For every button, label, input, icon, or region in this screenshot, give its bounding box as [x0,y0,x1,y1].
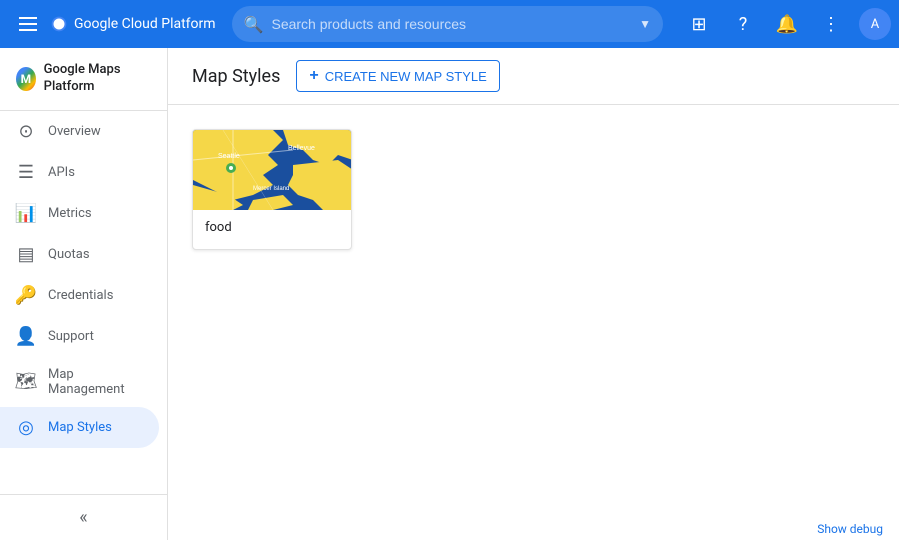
create-new-map-style-button[interactable]: + CREATE NEW MAP STYLE [296,60,499,92]
page-title: Map Styles [192,66,280,87]
content-area: Map Styles + CREATE NEW MAP STYLE [168,48,899,540]
map-thumbnail: Seattle Bellevue Mercer Island [193,130,352,210]
cloud-logo-icon [48,13,70,35]
svg-text:Seattle: Seattle [218,153,240,160]
sidebar-item-credentials[interactable]: 🔑 Credentials [0,275,159,316]
sidebar-item-quotas-label: Quotas [48,247,90,262]
sidebar-brand: M Google Maps Platform [0,48,167,111]
map-style-card[interactable]: Seattle Bellevue Mercer Island food [192,129,352,250]
credentials-icon: 🔑 [16,285,36,306]
sidebar-item-apis[interactable]: ☰ APIs [0,152,159,193]
help-icon[interactable]: ? [723,4,763,44]
map-thumbnail-svg: Seattle Bellevue Mercer Island [193,130,352,210]
sidebar-item-map-management-label: Map Management [48,367,143,397]
sidebar-brand-text: Google Maps Platform [44,62,151,96]
menu-icon[interactable] [8,4,48,44]
support-icon: 👤 [16,326,36,347]
sidebar-item-map-styles[interactable]: ◎ Map Styles [0,407,159,448]
metrics-icon: 📊 [16,203,36,224]
topbar-title: Google Cloud Platform [74,16,216,32]
overview-icon: ⊙ [16,121,36,142]
search-bar[interactable]: 🔍 ▼ [232,6,663,42]
content-body: Seattle Bellevue Mercer Island food [168,105,899,540]
notifications-icon[interactable]: 🔔 [767,4,807,44]
sidebar-item-credentials-label: Credentials [48,288,113,303]
sidebar-item-metrics[interactable]: 📊 Metrics [0,193,159,234]
content-header: Map Styles + CREATE NEW MAP STYLE [168,48,899,105]
topbar-logo-area: Google Cloud Platform [48,13,216,35]
sidebar-item-support[interactable]: 👤 Support [0,316,159,357]
search-icon: 🔍 [244,15,264,34]
sidebar-item-quotas[interactable]: ▤ Quotas [0,234,159,275]
topbar: Google Cloud Platform 🔍 ▼ ⊞ ? 🔔 ⋮ A [0,0,899,48]
collapse-sidebar-button[interactable]: « [16,507,151,528]
svg-text:Mercer Island: Mercer Island [253,186,289,192]
apis-icon: ☰ [16,162,36,183]
map-card-label: food [193,210,351,249]
map-management-icon: 🗺 [16,371,36,392]
apps-icon[interactable]: ⊞ [679,4,719,44]
sidebar-bottom: « [0,494,167,540]
svg-text:Bellevue: Bellevue [288,145,315,152]
create-btn-label: CREATE NEW MAP STYLE [325,69,487,84]
topbar-actions: ⊞ ? 🔔 ⋮ A [679,4,891,44]
sidebar-item-apis-label: APIs [48,165,75,180]
avatar[interactable]: A [859,8,891,40]
more-options-icon[interactable]: ⋮ [811,4,851,44]
maps-logo-icon: M [16,67,36,91]
hamburger [19,17,37,31]
sidebar-item-metrics-label: Metrics [48,206,92,221]
search-dropdown-icon[interactable]: ▼ [639,17,651,31]
map-styles-icon: ◎ [16,417,36,438]
sidebar-item-overview-label: Overview [48,124,101,139]
search-input[interactable] [271,16,635,32]
sidebar-item-map-styles-label: Map Styles [48,420,112,435]
sidebar: M Google Maps Platform ⊙ Overview ☰ APIs… [0,48,168,540]
sidebar-item-map-management[interactable]: 🗺 Map Management [0,357,159,407]
bottom-bar[interactable]: Show debug [801,518,899,540]
quotas-icon: ▤ [16,244,36,265]
main-layout: M Google Maps Platform ⊙ Overview ☰ APIs… [0,0,899,540]
sidebar-item-overview[interactable]: ⊙ Overview [0,111,159,152]
create-btn-icon: + [309,67,318,85]
sidebar-item-support-label: Support [48,329,94,344]
